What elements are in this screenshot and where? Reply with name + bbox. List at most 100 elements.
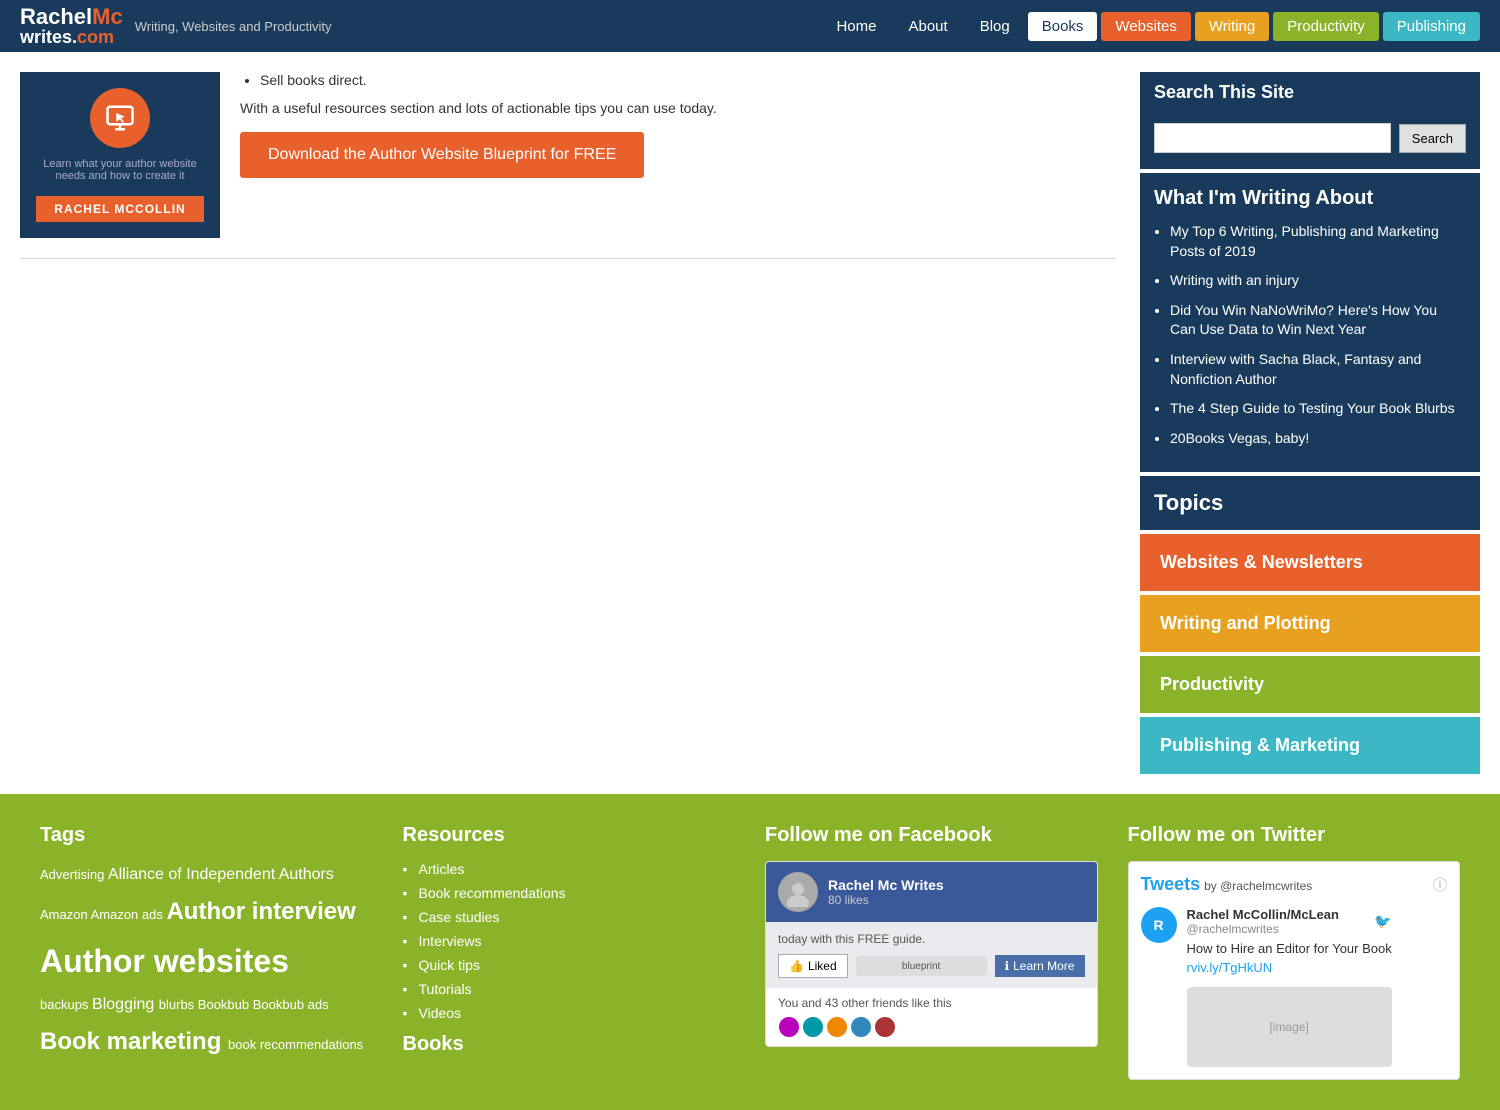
tweet-image: [image]	[1187, 987, 1392, 1067]
tag-blurbs[interactable]: blurbs	[159, 997, 198, 1012]
content-area: Learn what your author website needs and…	[20, 72, 1116, 774]
resource-book-recs: Book recommendations	[403, 885, 736, 901]
resource-case-studies: Case studies	[403, 909, 736, 925]
resource-link-tutorials[interactable]: Tutorials	[419, 981, 472, 997]
book-cover-icon	[90, 88, 150, 148]
book-cover-author: RACHEL MCCOLLIN	[36, 196, 204, 222]
nav-blog[interactable]: Blog	[966, 12, 1024, 41]
book-cover: Learn what your author website needs and…	[20, 72, 220, 238]
fb-friends-text: You and 43 other friends like this	[778, 996, 1085, 1010]
resource-link-case-studies[interactable]: Case studies	[419, 909, 500, 925]
search-input[interactable]	[1154, 123, 1391, 153]
writing-about-section: What I'm Writing About My Top 6 Writing,…	[1140, 173, 1480, 472]
topic-websites-newsletters[interactable]: Websites & Newsletters	[1140, 534, 1480, 591]
tweets-by: by @rachelmcwrites	[1204, 879, 1312, 893]
tag-alliance[interactable]: Alliance of Independent Authors	[108, 866, 334, 883]
tag-amazon-ads[interactable]: Amazon ads	[91, 907, 167, 922]
site-header: RachelMc writes.com Writing, Websites an…	[0, 0, 1500, 52]
fb-friend-avatars	[778, 1016, 1085, 1038]
footer-twitter-col: Follow me on Twitter Tweets by @rachelmc…	[1128, 824, 1461, 1079]
fb-mini-avatar-3	[826, 1016, 848, 1038]
thumbs-up-icon: 👍	[789, 959, 804, 973]
tag-author-websites[interactable]: Author websites	[40, 943, 289, 979]
fb-learn-more-button[interactable]: ℹ Learn More	[995, 955, 1085, 977]
writing-link-2[interactable]: Writing with an injury	[1170, 272, 1299, 288]
resource-interviews: Interviews	[403, 933, 736, 949]
writing-link-6[interactable]: 20Books Vegas, baby!	[1170, 430, 1309, 446]
nav-websites[interactable]: Websites	[1101, 12, 1190, 41]
tweet: R Rachel McCollin/McLean @rachelmcwrites…	[1141, 907, 1448, 1066]
nav-publishing[interactable]: Publishing	[1383, 12, 1480, 41]
tag-author-interview[interactable]: Author interview	[166, 898, 355, 925]
site-logo: RachelMc writes.com Writing, Websites an…	[20, 6, 331, 46]
logo-tagline: Writing, Websites and Productivity	[135, 19, 332, 34]
promo-list: Sell books direct.	[260, 72, 1116, 88]
book-promo: Learn what your author website needs and…	[20, 72, 1116, 259]
footer-resources-title: Resources	[403, 824, 736, 847]
writing-link-1[interactable]: My Top 6 Writing, Publishing and Marketi…	[1170, 223, 1439, 259]
tag-book-marketing[interactable]: Book marketing	[40, 1028, 228, 1055]
list-item: Interview with Sacha Black, Fantasy and …	[1170, 350, 1466, 389]
list-item: Writing with an injury	[1170, 271, 1466, 291]
tag-bookbub-ads[interactable]: Bookbub ads	[253, 997, 329, 1012]
footer-facebook-col: Follow me on Facebook Rachel Mc Writes 8…	[765, 824, 1098, 1079]
fb-liked-label: Liked	[808, 959, 837, 973]
writing-about-title: What I'm Writing About	[1154, 187, 1466, 210]
fb-likes: 80 likes	[828, 893, 944, 907]
monitor-icon	[105, 103, 135, 133]
book-cover-subtitle: Learn what your author website needs and…	[36, 158, 204, 182]
footer-tags-col: Tags Advertising Alliance of Independent…	[40, 824, 373, 1079]
fb-footer: You and 43 other friends like this	[766, 988, 1097, 1046]
fb-avatar-icon	[783, 877, 813, 907]
download-button[interactable]: Download the Author Website Blueprint fo…	[240, 132, 644, 178]
tag-advertising[interactable]: Advertising	[40, 867, 108, 882]
nav-productivity[interactable]: Productivity	[1273, 12, 1379, 41]
nav-writing[interactable]: Writing	[1195, 12, 1269, 41]
resource-link-videos[interactable]: Videos	[419, 1005, 462, 1021]
fb-page-info: Rachel Mc Writes 80 likes	[828, 877, 944, 907]
resource-quick-tips: Quick tips	[403, 957, 736, 973]
footer-facebook-title: Follow me on Facebook	[765, 824, 1098, 847]
main-nav: Home About Blog Books Websites Writing P…	[822, 12, 1480, 41]
tag-backups[interactable]: backups	[40, 997, 92, 1012]
writing-about-list: My Top 6 Writing, Publishing and Marketi…	[1170, 222, 1466, 448]
resource-link-interviews[interactable]: Interviews	[419, 933, 482, 949]
footer-tags-title: Tags	[40, 824, 373, 847]
resource-link-book-recs[interactable]: Book recommendations	[419, 885, 566, 901]
fb-liked-button[interactable]: 👍 Liked	[778, 954, 848, 978]
topics-title: Topics	[1140, 476, 1480, 530]
search-section-title: Search This Site	[1140, 72, 1480, 113]
twitter-info-icon[interactable]: ⓘ	[1433, 875, 1447, 895]
tweet-text: How to Hire an Editor for Your Book rviv…	[1187, 940, 1392, 976]
topic-productivity[interactable]: Productivity	[1140, 656, 1480, 713]
writing-link-5[interactable]: The 4 Step Guide to Testing Your Book Bl…	[1170, 400, 1455, 416]
writing-link-4[interactable]: Interview with Sacha Black, Fantasy and …	[1170, 351, 1421, 387]
topic-publishing-marketing[interactable]: Publishing & Marketing	[1140, 717, 1480, 774]
tag-amazon[interactable]: Amazon	[40, 907, 91, 922]
twitter-widget: Tweets by @rachelmcwrites ⓘ R Rachel McC…	[1128, 861, 1461, 1079]
fb-mini-avatar-5	[874, 1016, 896, 1038]
list-item: The 4 Step Guide to Testing Your Book Bl…	[1170, 399, 1466, 419]
fb-mini-avatar-2	[802, 1016, 824, 1038]
nav-about[interactable]: About	[894, 12, 961, 41]
list-item: My Top 6 Writing, Publishing and Marketi…	[1170, 222, 1466, 261]
writing-link-3[interactable]: Did You Win NaNoWriMo? Here's How You Ca…	[1170, 302, 1437, 338]
fb-mini-avatar-4	[850, 1016, 872, 1038]
footer-tags: Advertising Alliance of Independent Auth…	[40, 861, 373, 1063]
resource-link-articles[interactable]: Articles	[419, 861, 465, 877]
nav-home[interactable]: Home	[822, 12, 890, 41]
nav-books[interactable]: Books	[1028, 12, 1098, 41]
resource-videos: Videos	[403, 1005, 736, 1021]
resource-link-quick-tips[interactable]: Quick tips	[419, 957, 480, 973]
fb-page-name: Rachel Mc Writes	[828, 877, 944, 893]
tweet-link[interactable]: rviv.ly/TgHkUN	[1187, 960, 1273, 975]
topic-writing-plotting[interactable]: Writing and Plotting	[1140, 595, 1480, 652]
footer-twitter-title: Follow me on Twitter	[1128, 824, 1461, 847]
tw-header: Tweets by @rachelmcwrites ⓘ	[1141, 874, 1448, 895]
tag-book-recommendations[interactable]: book recommendations	[228, 1037, 363, 1052]
tag-bookbub[interactable]: Bookbub	[198, 997, 253, 1012]
search-button[interactable]: Search	[1399, 124, 1466, 153]
tag-blogging[interactable]: Blogging	[92, 996, 159, 1013]
main-wrapper: Learn what your author website needs and…	[0, 52, 1500, 794]
tw-title-area: Tweets by @rachelmcwrites	[1141, 874, 1313, 895]
